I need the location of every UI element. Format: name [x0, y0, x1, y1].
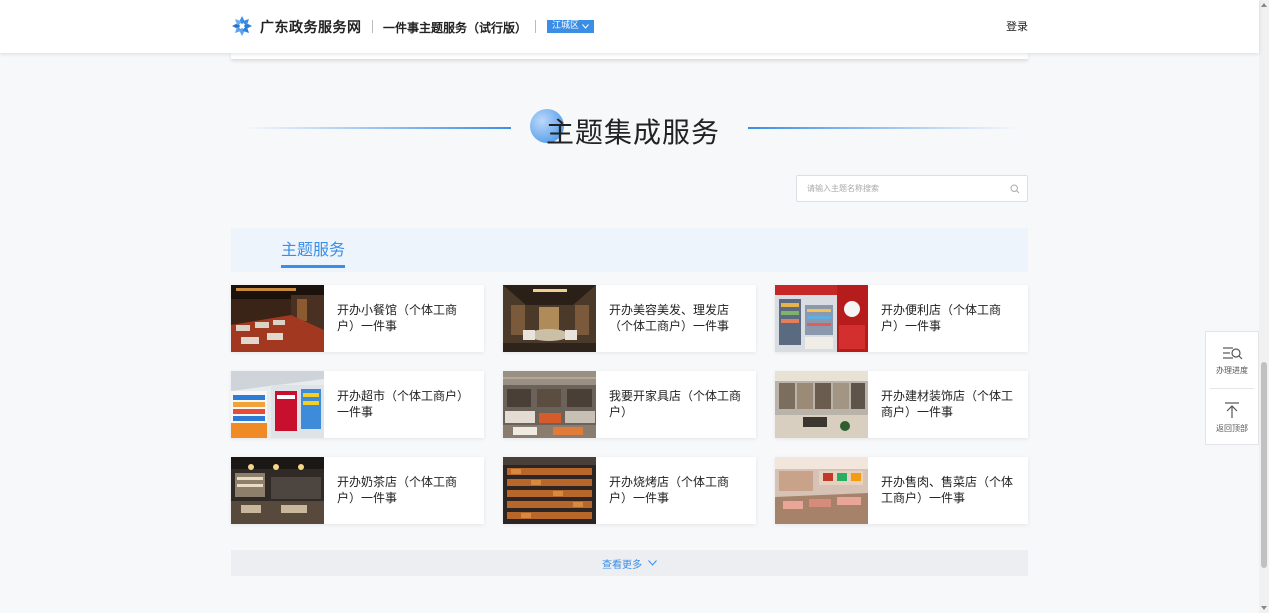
- decorative-line: [245, 127, 511, 129]
- restaurant-photo: [231, 285, 324, 352]
- arrow-up-icon: [1225, 401, 1239, 418]
- header-divider: [535, 20, 536, 33]
- progress-button[interactable]: 办理进度: [1206, 332, 1258, 388]
- scrollbar-thumb[interactable]: [1261, 362, 1267, 568]
- service-card[interactable]: 开办美容美发、理发店（个体工商户）一件事: [503, 285, 756, 352]
- supermarket-photo: [231, 371, 324, 438]
- theme-search-box[interactable]: [796, 175, 1028, 202]
- card-title: 开办售肉、售菜店（个体工商户）一件事: [881, 475, 1014, 505]
- region-selector[interactable]: 江城区: [547, 20, 595, 33]
- service-card[interactable]: 开办便利店（个体工商户）一件事: [775, 285, 1028, 352]
- card-title: 开办奶茶店（个体工商户）一件事: [337, 475, 458, 505]
- service-card[interactable]: 开办建材装饰店（个体工商户）一件事: [775, 371, 1028, 438]
- card-title: 开办超市（个体工商户）一件事: [337, 389, 470, 419]
- back-to-top-label: 返回顶部: [1216, 423, 1248, 433]
- tab-active-indicator: [281, 265, 345, 268]
- decorative-line: [748, 127, 1018, 129]
- card-title: 开办烧烤店（个体工商户）一件事: [609, 475, 730, 505]
- chevron-down-icon: [582, 24, 589, 29]
- tab-theme-services[interactable]: 主题服务: [281, 236, 345, 260]
- progress-label: 办理进度: [1216, 365, 1248, 375]
- header-divider: [372, 20, 373, 33]
- service-card[interactable]: 开办小餐馆（个体工商户）一件事: [231, 285, 484, 352]
- convenience-store-photo: [775, 285, 868, 352]
- chevron-down-icon: [648, 560, 657, 566]
- back-to-top-button[interactable]: 返回顶部: [1206, 389, 1258, 445]
- card-title: 开办美容美发、理发店（个体工商户）一件事: [609, 303, 730, 333]
- section-heading: 主题集成服务: [231, 100, 1028, 156]
- meat-vegetable-store-photo: [775, 457, 868, 524]
- floating-side-panel: 办理进度 返回顶部: [1205, 331, 1259, 445]
- login-link[interactable]: 登录: [1006, 18, 1028, 34]
- view-more-label: 查看更多: [602, 559, 642, 571]
- service-card[interactable]: 开办奶茶店（个体工商户）一件事: [231, 457, 484, 524]
- card-title: 开办便利店（个体工商户）一件事: [881, 303, 1002, 333]
- tea-shop-photo: [231, 457, 324, 524]
- page-scrollbar[interactable]: [1259, 0, 1269, 613]
- tab-bar: 主题服务: [231, 228, 1028, 272]
- card-title: 开办建材装饰店（个体工商户）一件事: [881, 389, 1014, 419]
- header-shadow-strip: [231, 53, 1028, 59]
- site-brand[interactable]: 广东政务服务网: [260, 17, 362, 37]
- search-icon[interactable]: [1010, 184, 1020, 194]
- service-card[interactable]: 开办超市（个体工商户）一件事: [231, 371, 484, 438]
- header-subtitle: 一件事主题服务（试行版）: [383, 21, 528, 35]
- salon-photo: [503, 285, 596, 352]
- service-card[interactable]: 我要开家具店（个体工商户）: [503, 371, 756, 438]
- logo-icon[interactable]: [231, 15, 253, 37]
- scroll-down-arrow-icon[interactable]: [1261, 606, 1267, 610]
- top-header: 广东政务服务网 一件事主题服务（试行版） 江城区 登录: [0, 0, 1259, 53]
- view-more-button[interactable]: 查看更多: [231, 550, 1028, 576]
- section-title: 主题集成服务: [546, 116, 721, 149]
- service-card[interactable]: 开办售肉、售菜店（个体工商户）一件事: [775, 457, 1028, 524]
- furniture-store-photo: [503, 371, 596, 438]
- card-title: 开办小餐馆（个体工商户）一件事: [337, 303, 458, 333]
- list-search-icon: [1223, 346, 1243, 359]
- card-title: 我要开家具店（个体工商户）: [609, 389, 742, 419]
- region-label: 江城区: [552, 21, 580, 31]
- service-card[interactable]: 开办烧烤店（个体工商户）一件事: [503, 457, 756, 524]
- building-materials-photo: [775, 371, 868, 438]
- search-input[interactable]: [807, 184, 1002, 193]
- barbecue-photo: [503, 457, 596, 524]
- scroll-up-arrow-icon[interactable]: [1261, 3, 1267, 7]
